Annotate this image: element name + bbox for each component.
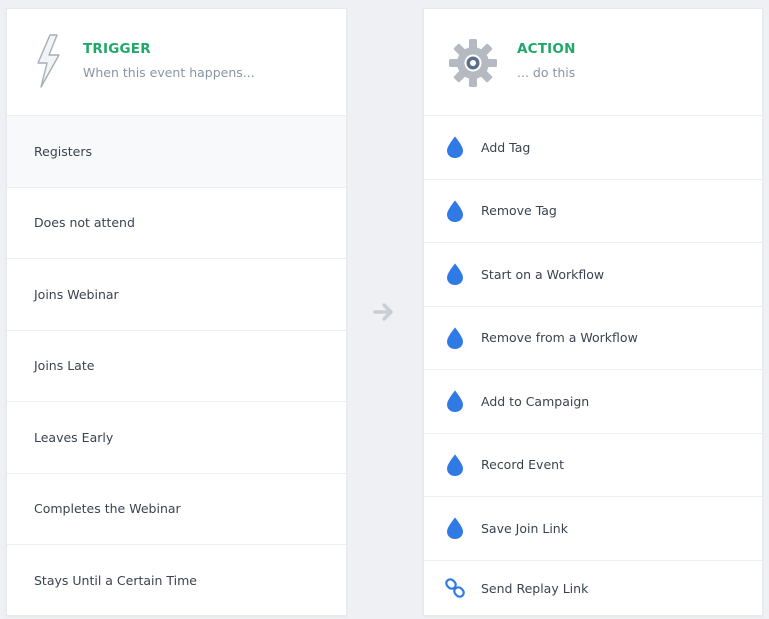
trigger-header: TRIGGER When this event happens... bbox=[7, 9, 346, 116]
trigger-list: Registers Does not attend Joins Webinar … bbox=[7, 116, 346, 617]
lightning-bolt-icon bbox=[37, 34, 60, 88]
action-item-send-replay-link[interactable]: Send Replay Link bbox=[424, 561, 762, 616]
drop-icon bbox=[447, 390, 463, 413]
trigger-item-does-not-attend[interactable]: Does not attend bbox=[7, 188, 346, 259]
action-item-label: Start on a Workflow bbox=[481, 266, 605, 282]
action-header: ACTION ... do this bbox=[424, 9, 762, 116]
drop-icon bbox=[447, 517, 463, 540]
action-subtitle: ... do this bbox=[517, 65, 576, 80]
trigger-item-label: Joins Webinar bbox=[34, 286, 119, 302]
drop-icon bbox=[447, 136, 463, 159]
action-item-save-join-link[interactable]: Save Join Link bbox=[424, 497, 762, 561]
trigger-item-label: Stays Until a Certain Time bbox=[34, 573, 197, 589]
action-item-remove-workflow[interactable]: Remove from a Workflow bbox=[424, 307, 762, 370]
trigger-item-registers[interactable]: Registers bbox=[7, 116, 346, 188]
drop-icon bbox=[447, 263, 463, 286]
drop-icon bbox=[447, 454, 463, 476]
trigger-item-label: Does not attend bbox=[34, 215, 135, 231]
trigger-item-joins-webinar[interactable]: Joins Webinar bbox=[7, 259, 346, 331]
trigger-item-label: Joins Late bbox=[34, 358, 95, 374]
action-item-label: Remove from a Workflow bbox=[481, 330, 638, 346]
trigger-title: TRIGGER bbox=[83, 41, 151, 57]
trigger-item-completes-webinar[interactable]: Completes the Webinar bbox=[7, 474, 346, 545]
trigger-item-label: Completes the Webinar bbox=[34, 501, 181, 517]
arrow-right-icon bbox=[373, 303, 393, 321]
link-icon bbox=[445, 578, 465, 598]
trigger-item-leaves-early[interactable]: Leaves Early bbox=[7, 402, 346, 474]
drop-icon bbox=[447, 200, 463, 222]
action-list: Add Tag Remove Tag Start on a Workflow R… bbox=[424, 116, 762, 616]
trigger-item-label: Leaves Early bbox=[34, 429, 114, 445]
trigger-item-label: Registers bbox=[34, 143, 92, 159]
action-panel: ACTION ... do this Add Tag Remove Tag St… bbox=[423, 8, 763, 616]
action-item-add-tag[interactable]: Add Tag bbox=[424, 116, 762, 180]
action-item-label: Add Tag bbox=[481, 139, 531, 155]
action-item-add-campaign[interactable]: Add to Campaign bbox=[424, 370, 762, 434]
trigger-subtitle: When this event happens... bbox=[83, 65, 255, 80]
action-title: ACTION bbox=[517, 41, 576, 57]
drop-icon bbox=[447, 327, 463, 349]
action-item-label: Add to Campaign bbox=[481, 393, 590, 409]
action-item-label: Send Replay Link bbox=[481, 580, 589, 596]
trigger-panel: TRIGGER When this event happens... Regis… bbox=[6, 8, 347, 616]
trigger-item-joins-late[interactable]: Joins Late bbox=[7, 331, 346, 402]
gear-icon bbox=[449, 39, 497, 87]
action-item-label: Save Join Link bbox=[481, 520, 568, 536]
action-item-start-workflow[interactable]: Start on a Workflow bbox=[424, 243, 762, 307]
trigger-item-stays-until-time[interactable]: Stays Until a Certain Time bbox=[7, 545, 346, 617]
action-item-label: Record Event bbox=[481, 457, 564, 473]
action-item-record-event[interactable]: Record Event bbox=[424, 434, 762, 497]
action-item-label: Remove Tag bbox=[481, 203, 557, 219]
action-item-remove-tag[interactable]: Remove Tag bbox=[424, 180, 762, 243]
